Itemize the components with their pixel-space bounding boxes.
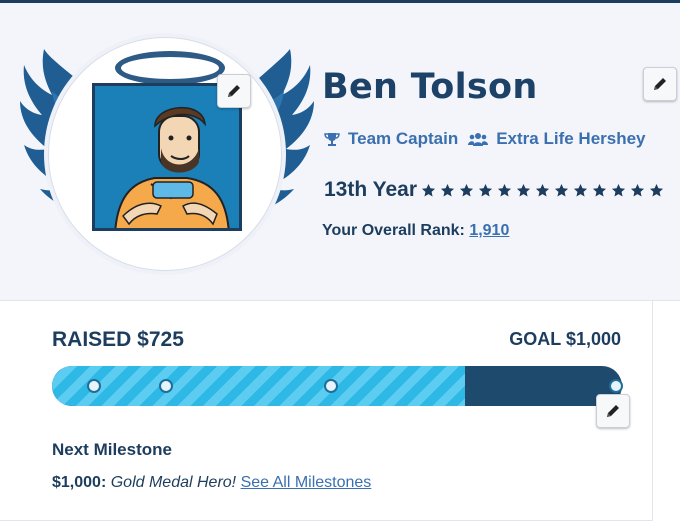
- avatar-area: [0, 3, 320, 301]
- see-all-milestones-link[interactable]: See All Milestones: [241, 474, 372, 491]
- role-label: Team Captain: [348, 129, 459, 148]
- halo-icon: [115, 51, 225, 85]
- trophy-icon: [324, 133, 340, 146]
- star-icon: [649, 183, 664, 196]
- next-milestone-amount: $1,000:: [52, 474, 107, 491]
- edit-profile-button[interactable]: [643, 67, 677, 101]
- star-icon: [421, 183, 436, 196]
- years-row: 13th Year: [324, 178, 668, 202]
- star-icon: [459, 183, 474, 196]
- star-icon: [611, 183, 626, 196]
- milestone-dot[interactable]: [159, 379, 173, 393]
- edit-avatar-button[interactable]: [217, 74, 251, 108]
- star-icon: [497, 183, 512, 196]
- pencil-icon: [654, 78, 666, 90]
- star-icon: [573, 183, 588, 196]
- participant-meta: Team Captain Extra Life Hershey: [324, 129, 656, 149]
- star-icon: [516, 183, 531, 196]
- rank-label: Your Overall Rank:: [322, 222, 465, 239]
- progress-bar-fill: [52, 366, 466, 406]
- rank-link[interactable]: 1,910: [469, 222, 509, 239]
- star-icon: [554, 183, 569, 196]
- year-stars: [421, 183, 668, 198]
- participant-name: Ben Tolson: [322, 67, 538, 107]
- next-milestone-detail: $1,000: Gold Medal Hero! See All Milesto…: [52, 474, 371, 492]
- pencil-icon: [228, 85, 240, 97]
- role-item: Team Captain: [324, 129, 458, 149]
- year-label: 13th Year: [324, 178, 418, 201]
- star-icon: [478, 183, 493, 196]
- next-milestone-name: Gold Medal Hero!: [110, 474, 237, 491]
- team-item[interactable]: Extra Life Hershey: [468, 129, 646, 149]
- pencil-icon: [607, 405, 619, 417]
- users-icon: [468, 133, 489, 146]
- raised-amount: RAISED $725: [52, 328, 184, 351]
- team-link[interactable]: Extra Life Hershey: [496, 129, 645, 149]
- edit-goal-button[interactable]: [596, 394, 630, 428]
- star-icon: [440, 183, 455, 196]
- overall-rank: Your Overall Rank: 1,910: [322, 222, 509, 240]
- fundraising-progress: RAISED $725 GOAL $1,000 Next Milestone $…: [0, 301, 653, 521]
- star-icon: [535, 183, 550, 196]
- next-milestone-title: Next Milestone: [52, 440, 172, 459]
- star-icon: [592, 183, 607, 196]
- profile-header: Ben Tolson Team Captain Extra Life Hersh…: [0, 3, 680, 301]
- goal-amount: GOAL $1,000: [509, 329, 621, 349]
- star-icon: [630, 183, 645, 196]
